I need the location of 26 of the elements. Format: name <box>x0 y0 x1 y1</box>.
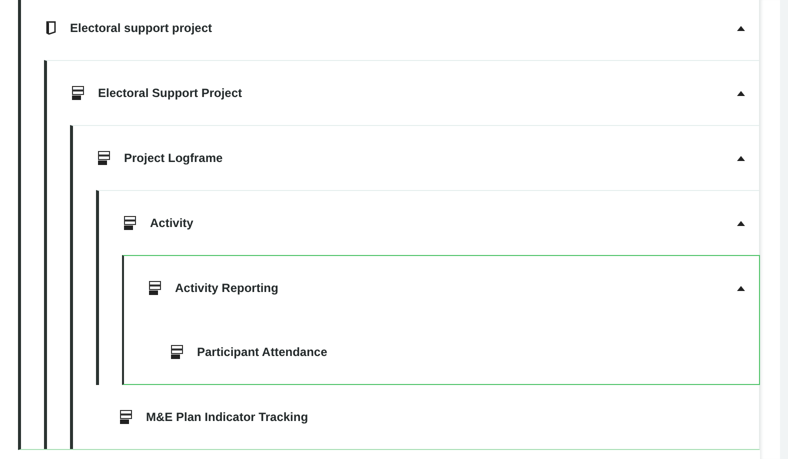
collapse-caret-icon[interactable] <box>737 156 745 160</box>
tree-row[interactable]: Project Logframe <box>73 126 759 190</box>
node-label: M&E Plan Indicator Tracking <box>146 409 308 426</box>
node-label: Electoral support project <box>70 20 212 37</box>
node-label: Project Logframe <box>124 150 223 167</box>
document-icon <box>46 21 56 35</box>
stack-icon <box>149 281 161 295</box>
stack-icon <box>98 151 110 165</box>
tree-row[interactable]: Participant Attendance <box>147 320 759 384</box>
node-label: Activity Reporting <box>175 280 278 297</box>
stack-icon <box>124 216 136 230</box>
node-label: Participant Attendance <box>197 344 328 361</box>
node-label: Activity <box>150 215 194 232</box>
collapse-caret-icon[interactable] <box>737 26 745 30</box>
tree-row[interactable]: M&E Plan Indicator Tracking <box>96 385 759 449</box>
stack-icon <box>171 345 183 359</box>
tree-row[interactable]: Electoral support project <box>21 0 759 60</box>
tree-row[interactable]: Electoral Support Project <box>47 61 759 125</box>
stack-icon <box>72 86 84 100</box>
collapse-caret-icon[interactable] <box>737 220 745 226</box>
stack-icon <box>120 410 132 424</box>
tree-row[interactable]: Activity Reporting <box>124 256 759 320</box>
tree-row[interactable]: Activity <box>99 191 759 255</box>
collapse-caret-icon[interactable] <box>737 90 745 96</box>
node-label: Electoral Support Project <box>98 85 242 102</box>
collapse-caret-icon[interactable] <box>737 286 745 290</box>
